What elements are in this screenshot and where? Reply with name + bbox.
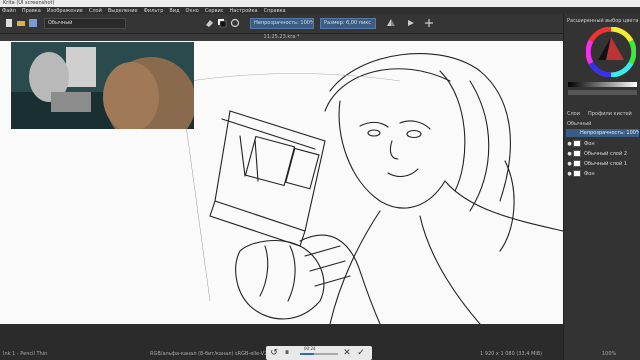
pause-icon[interactable]: ⏸ bbox=[282, 348, 292, 358]
menu-item[interactable]: Настройка bbox=[230, 8, 258, 14]
mirror-v-icon[interactable] bbox=[406, 18, 416, 28]
menu-item[interactable]: Файл bbox=[2, 8, 16, 14]
docker-panel: Расширенный выбор цвета Слои Профили кис… bbox=[563, 14, 640, 360]
size-slider[interactable]: Размер: 6,00 пикс bbox=[320, 18, 376, 29]
menu-bar: Файл Правка Изображение Слой Выделение Фильтр… bbox=[0, 7, 640, 14]
layer-name: Фон bbox=[584, 170, 595, 177]
reset-icon[interactable] bbox=[230, 18, 240, 28]
layer-thumbnail bbox=[573, 160, 581, 167]
cancel-icon[interactable]: ✕ bbox=[342, 348, 352, 358]
swatch-strip[interactable] bbox=[568, 90, 637, 95]
layer-name: Фон bbox=[584, 140, 595, 147]
menu-item[interactable]: Окно bbox=[186, 8, 199, 14]
open-icon[interactable] bbox=[16, 18, 26, 28]
menu-item[interactable]: Правка bbox=[22, 8, 41, 14]
value-slider[interactable] bbox=[568, 82, 637, 87]
color-wheel[interactable] bbox=[585, 26, 637, 79]
mirror-h-icon[interactable] bbox=[386, 18, 396, 28]
new-icon[interactable] bbox=[4, 18, 14, 28]
wrap-icon[interactable] bbox=[424, 18, 434, 28]
canvas[interactable] bbox=[0, 41, 563, 324]
blend-mode-select[interactable]: Обычный bbox=[567, 121, 591, 127]
layer-thumbnail bbox=[573, 170, 581, 177]
save-icon[interactable] bbox=[28, 18, 38, 28]
recorder-bar: ↺ ⏸ 00:24 ✕ ✓ bbox=[266, 346, 372, 360]
color-swap-icon[interactable] bbox=[217, 18, 227, 28]
zoom-level[interactable]: 100% bbox=[602, 348, 616, 360]
status-size: 1 920 x 1 080 (33,4 MiB) bbox=[480, 351, 543, 357]
window-title: Krita (UI screenshot) bbox=[0, 0, 640, 7]
confirm-icon[interactable]: ✓ bbox=[356, 348, 366, 358]
opacity-slider[interactable]: Непрозрачность: 100% bbox=[250, 18, 314, 29]
brush-preset-select[interactable]: Обычный bbox=[44, 18, 126, 29]
layer-name: Обычный слой 1 bbox=[584, 160, 628, 167]
status-brush: Ink 1 - Pencil Thin bbox=[3, 351, 48, 357]
layer-thumbnail bbox=[573, 150, 581, 157]
menu-item[interactable]: Фильтр bbox=[144, 8, 164, 14]
visibility-icon[interactable]: ● bbox=[566, 171, 573, 177]
layer-row[interactable]: ● Фон bbox=[566, 169, 639, 178]
reference-photo bbox=[11, 42, 194, 129]
color-selector-title: Расширенный выбор цвета bbox=[567, 18, 639, 24]
visibility-icon[interactable]: ● bbox=[566, 141, 573, 147]
toolbar: Обычный Непрозрачность: 100% Размер: 6,0… bbox=[0, 14, 640, 34]
layer-row[interactable]: ● Фон bbox=[566, 139, 639, 148]
layer-name: Обычный слой 2 bbox=[584, 150, 628, 157]
menu-item[interactable]: Сервис bbox=[205, 8, 224, 14]
menu-item[interactable]: Изображение bbox=[47, 8, 83, 14]
layer-opacity-slider[interactable]: Непрозрачность: 100% bbox=[566, 129, 639, 137]
visibility-icon[interactable]: ● bbox=[566, 161, 573, 167]
menu-item[interactable]: Справка bbox=[264, 8, 286, 14]
menu-item[interactable]: Слой bbox=[89, 8, 102, 14]
recorder-progress[interactable] bbox=[300, 353, 338, 355]
canvas-area[interactable]: 11.25.23.kra * bbox=[0, 34, 563, 324]
menu-item[interactable]: Вид bbox=[169, 8, 179, 14]
document-tab[interactable]: 11.25.23.kra * bbox=[0, 34, 563, 41]
rewind-icon[interactable]: ↺ bbox=[269, 348, 279, 358]
layer-row[interactable]: ● Обычный слой 1 bbox=[566, 159, 639, 168]
brush-presets-tab[interactable]: Профили кистей bbox=[588, 111, 632, 117]
recorder-time: 00:24 bbox=[304, 346, 316, 351]
layers-tab[interactable]: Слои bbox=[567, 111, 580, 117]
layer-thumbnail bbox=[573, 140, 581, 147]
layer-row[interactable]: ● Обычный слой 2 bbox=[566, 149, 639, 158]
visibility-icon[interactable]: ● bbox=[566, 151, 573, 157]
menu-item[interactable]: Выделение bbox=[108, 8, 138, 14]
eraser-icon[interactable] bbox=[204, 18, 214, 28]
